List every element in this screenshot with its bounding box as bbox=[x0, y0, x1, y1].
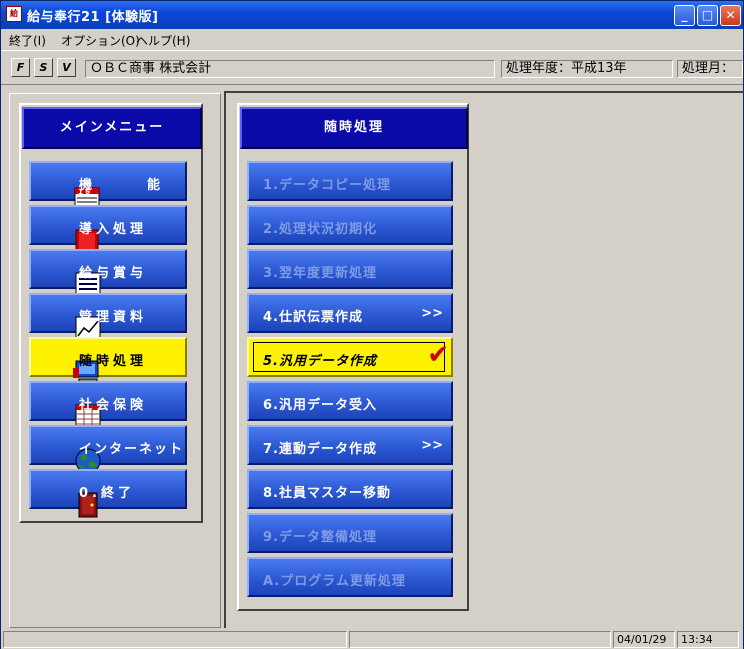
close-button[interactable]: ✕ bbox=[720, 5, 741, 26]
exit-door-icon bbox=[37, 475, 98, 518]
adhoc-item-data-copy-label: 1.データコピー処理 bbox=[263, 178, 391, 193]
menu-options[interactable]: オプション(O) bbox=[61, 32, 140, 49]
adhoc-item-year-update[interactable]: 3.翌年度更新処理 bbox=[247, 249, 453, 289]
f-button[interactable]: F bbox=[11, 58, 30, 77]
menu-item-functions-label: 機 能 bbox=[79, 178, 165, 193]
menu-help[interactable]: ヘルプ(H) bbox=[136, 32, 190, 49]
minimize-button[interactable]: _ bbox=[674, 5, 695, 26]
book-icon bbox=[37, 211, 99, 253]
toolbar: F S V ＯＢＣ商事 株式会計 処理年度：平成13年 処理月： bbox=[1, 50, 743, 85]
menu-item-adhoc[interactable]: 随時処理 bbox=[29, 337, 187, 386]
menu-item-insurance[interactable]: 社会保険 bbox=[29, 381, 187, 430]
maximize-button[interactable]: □ bbox=[697, 5, 718, 26]
adhoc-item-program-update-label: A.プログラム更新処理 bbox=[263, 574, 406, 589]
status-date: 04/01/29 bbox=[613, 631, 675, 648]
window-title: 給与奉行21 [体験版] bbox=[27, 10, 159, 25]
table-icon bbox=[37, 387, 101, 430]
calendar-icon: 1 6 bbox=[37, 167, 100, 209]
menu-item-internet[interactable]: インターネット bbox=[29, 425, 187, 474]
adhoc-item-employee-master-move-label: 8.社員マスター移動 bbox=[263, 486, 391, 501]
app-window: 給 給与奉行21 [体験版] _ □ ✕ 終了(I) オプション(O) ヘルプ(… bbox=[0, 0, 744, 649]
menu-item-payroll-label: 給与賞与 bbox=[79, 266, 148, 281]
adhoc-item-status-reset-label: 2.処理状況初期化 bbox=[263, 222, 377, 237]
menu-item-reports-label: 管理資料 bbox=[79, 310, 148, 325]
main-menu-title: メインメニュー bbox=[22, 107, 202, 149]
fiscal-year-field: 処理年度：平成13年 bbox=[501, 60, 673, 78]
adhoc-item-data-copy[interactable]: 1.データコピー処理 bbox=[247, 161, 453, 201]
status-message-cell bbox=[3, 631, 347, 648]
menu-bar: 終了(I) オプション(O) ヘルプ(H) bbox=[1, 29, 743, 49]
menu-item-setup-label: 導入処理 bbox=[79, 222, 148, 237]
adhoc-item-linked-data-create-label: 7.連動データ作成 bbox=[263, 442, 377, 457]
checkmark-icon: ✔ bbox=[427, 340, 449, 370]
document-icon bbox=[37, 255, 101, 298]
adhoc-item-generic-data-import[interactable]: 6.汎用データ受入 bbox=[247, 381, 453, 421]
title-bar[interactable]: 給 給与奉行21 [体験版] _ □ ✕ bbox=[1, 1, 743, 29]
chevron-right-icon: >> bbox=[421, 438, 443, 453]
menu-item-exit-label: 0.終了 bbox=[79, 486, 135, 501]
adhoc-menu-title: 随時処理 bbox=[240, 107, 468, 149]
status-time: 13:34 bbox=[677, 631, 739, 648]
chevron-right-icon: >> bbox=[421, 306, 443, 321]
menu-item-insurance-label: 社会保険 bbox=[79, 398, 148, 413]
adhoc-item-generic-data-create[interactable]: 5.汎用データ作成 ✔ bbox=[247, 337, 453, 377]
computer-icon bbox=[37, 343, 99, 386]
v-button[interactable]: V bbox=[57, 58, 76, 77]
status-bar: 04/01/29 13:34 bbox=[1, 629, 743, 649]
adhoc-item-year-update-label: 3.翌年度更新処理 bbox=[263, 266, 377, 281]
adhoc-item-generic-data-create-label: 5.汎用データ作成 bbox=[263, 354, 377, 369]
status-info-cell bbox=[349, 631, 611, 648]
menu-item-adhoc-label: 随時処理 bbox=[79, 354, 148, 369]
chart-icon bbox=[37, 299, 101, 342]
adhoc-item-generic-data-import-label: 6.汎用データ受入 bbox=[263, 398, 377, 413]
main-menu-panel: メインメニュー 1 6 機 能 導入処理 給与賞与 管理資料 随時処理 社会保険… bbox=[19, 103, 203, 523]
company-name-field: ＯＢＣ商事 株式会計 bbox=[85, 60, 495, 78]
menu-exit[interactable]: 終了(I) bbox=[9, 32, 46, 49]
s-button[interactable]: S bbox=[34, 58, 53, 77]
adhoc-item-journal-voucher[interactable]: 4.仕訳伝票作成 >> bbox=[247, 293, 453, 333]
menu-item-exit[interactable]: 0.終了 bbox=[29, 469, 187, 518]
adhoc-item-employee-master-move[interactable]: 8.社員マスター移動 bbox=[247, 469, 453, 509]
menu-item-setup[interactable]: 導入処理 bbox=[29, 205, 187, 253]
adhoc-item-journal-voucher-label: 4.仕訳伝票作成 bbox=[263, 310, 363, 325]
adhoc-item-data-maintenance-label: 9.データ整備処理 bbox=[263, 530, 377, 545]
processing-month-field: 処理月： bbox=[677, 60, 743, 78]
menu-item-reports[interactable]: 管理資料 bbox=[29, 293, 187, 342]
adhoc-item-data-maintenance[interactable]: 9.データ整備処理 bbox=[247, 513, 453, 553]
globe-icon bbox=[37, 431, 101, 474]
adhoc-menu-panel: 随時処理 1.データコピー処理 2.処理状況初期化 3.翌年度更新処理 4.仕訳… bbox=[237, 103, 469, 611]
menu-item-functions[interactable]: 1 6 機 能 bbox=[29, 161, 187, 209]
menu-item-internet-label: インターネット bbox=[79, 442, 185, 457]
adhoc-item-program-update[interactable]: A.プログラム更新処理 bbox=[247, 557, 453, 597]
menu-item-payroll[interactable]: 給与賞与 bbox=[29, 249, 187, 298]
adhoc-item-status-reset[interactable]: 2.処理状況初期化 bbox=[247, 205, 453, 245]
app-icon: 給 bbox=[6, 6, 22, 22]
adhoc-item-linked-data-create[interactable]: 7.連動データ作成 >> bbox=[247, 425, 453, 465]
